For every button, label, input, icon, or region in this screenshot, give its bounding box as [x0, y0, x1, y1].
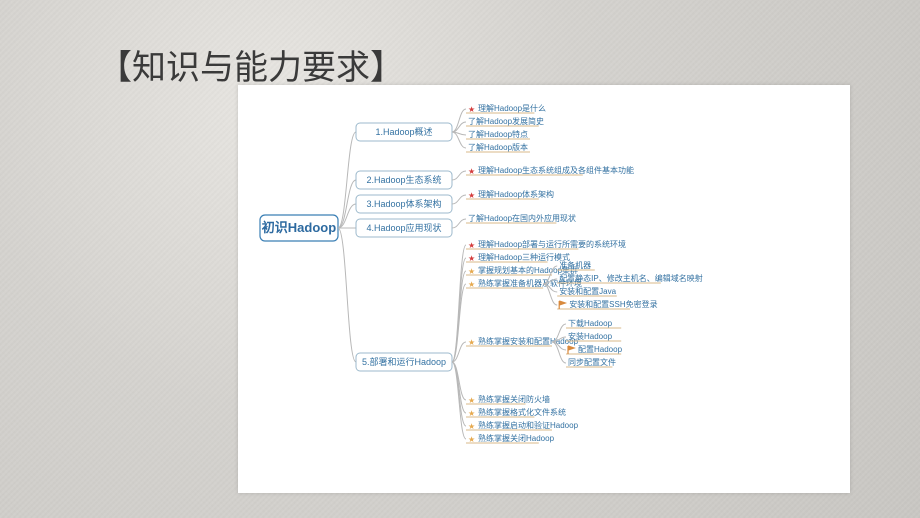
page-title: 【知识与能力要求】 — [98, 40, 404, 89]
leaf-4-7: 理解Hadoop部署与运行所需要的系统环境 — [478, 239, 626, 249]
svg-text:★: ★ — [468, 254, 475, 263]
leaf-4-15: 熟练掌握关闭Hadoop — [478, 433, 555, 443]
leaf-3-6: 了解Hadoop在国内外应用现状 — [468, 213, 576, 223]
svg-text:★: ★ — [468, 338, 475, 347]
leaf-0-1: 了解Hadoop发展简史 — [468, 116, 544, 126]
mindmap-canvas: 初识Hadoop 1.Hadoop概述 2.Hadoop生态系统 3.Hadoop体系… — [238, 85, 850, 493]
leaf-4-10-3: 安装和配置SSH免密登录 — [569, 299, 657, 309]
branch-2: 2.Hadoop生态系统 — [366, 174, 441, 185]
leaf-1-4: 理解Hadoop生态系统组成及各组件基本功能 — [478, 165, 634, 175]
leaf-4-10-1: 配置静态IP、修改主机名、编辑域名映射 — [559, 273, 703, 283]
leaf-4-10-2: 安装和配置Java — [559, 286, 616, 296]
leaf-4-8: 理解Hadoop三种运行模式 — [478, 252, 570, 262]
branch-1: 1.Hadoop概述 — [375, 126, 432, 137]
svg-text:★: ★ — [468, 409, 475, 418]
svg-text:★: ★ — [468, 241, 475, 250]
leaf-4-11-3: 同步配置文件 — [568, 357, 616, 367]
leaf-0-3: 了解Hadoop版本 — [468, 142, 528, 152]
svg-text:★: ★ — [468, 422, 475, 431]
leaf-0-0: 理解Hadoop是什么 — [478, 103, 546, 113]
svg-text:★: ★ — [468, 167, 475, 176]
leaf-4-11-2: 配置Hadoop — [578, 345, 623, 354]
leaf-4-13: 熟练掌握格式化文件系统 — [478, 407, 566, 417]
branch-3: 3.Hadoop体系架构 — [366, 198, 441, 209]
leaf-4-12: 熟练掌握关闭防火墙 — [478, 394, 550, 404]
svg-text:★: ★ — [468, 191, 475, 200]
branch-4: 4.Hadoop应用现状 — [366, 222, 441, 233]
svg-text:★: ★ — [468, 396, 475, 405]
svg-text:★: ★ — [468, 280, 475, 289]
leaf-4-11-1: 安装Hadoop — [568, 331, 613, 341]
leaf-0-2: 了解Hadoop特点 — [468, 129, 528, 139]
leaf-4-11-0: 下载Hadoop — [568, 318, 613, 328]
svg-text:★: ★ — [468, 105, 475, 114]
mindmap-root: 初识Hadoop — [262, 220, 336, 235]
leaf-4-14: 熟练掌握启动和验证Hadoop — [478, 420, 579, 430]
svg-text:★: ★ — [468, 267, 475, 276]
branch-5: 5.部署和运行Hadoop — [362, 356, 446, 367]
leaf-4-10-0: 准备机器 — [559, 260, 591, 270]
svg-text:★: ★ — [468, 435, 475, 444]
leaf-2-5: 理解Hadoop体系架构 — [478, 189, 554, 199]
